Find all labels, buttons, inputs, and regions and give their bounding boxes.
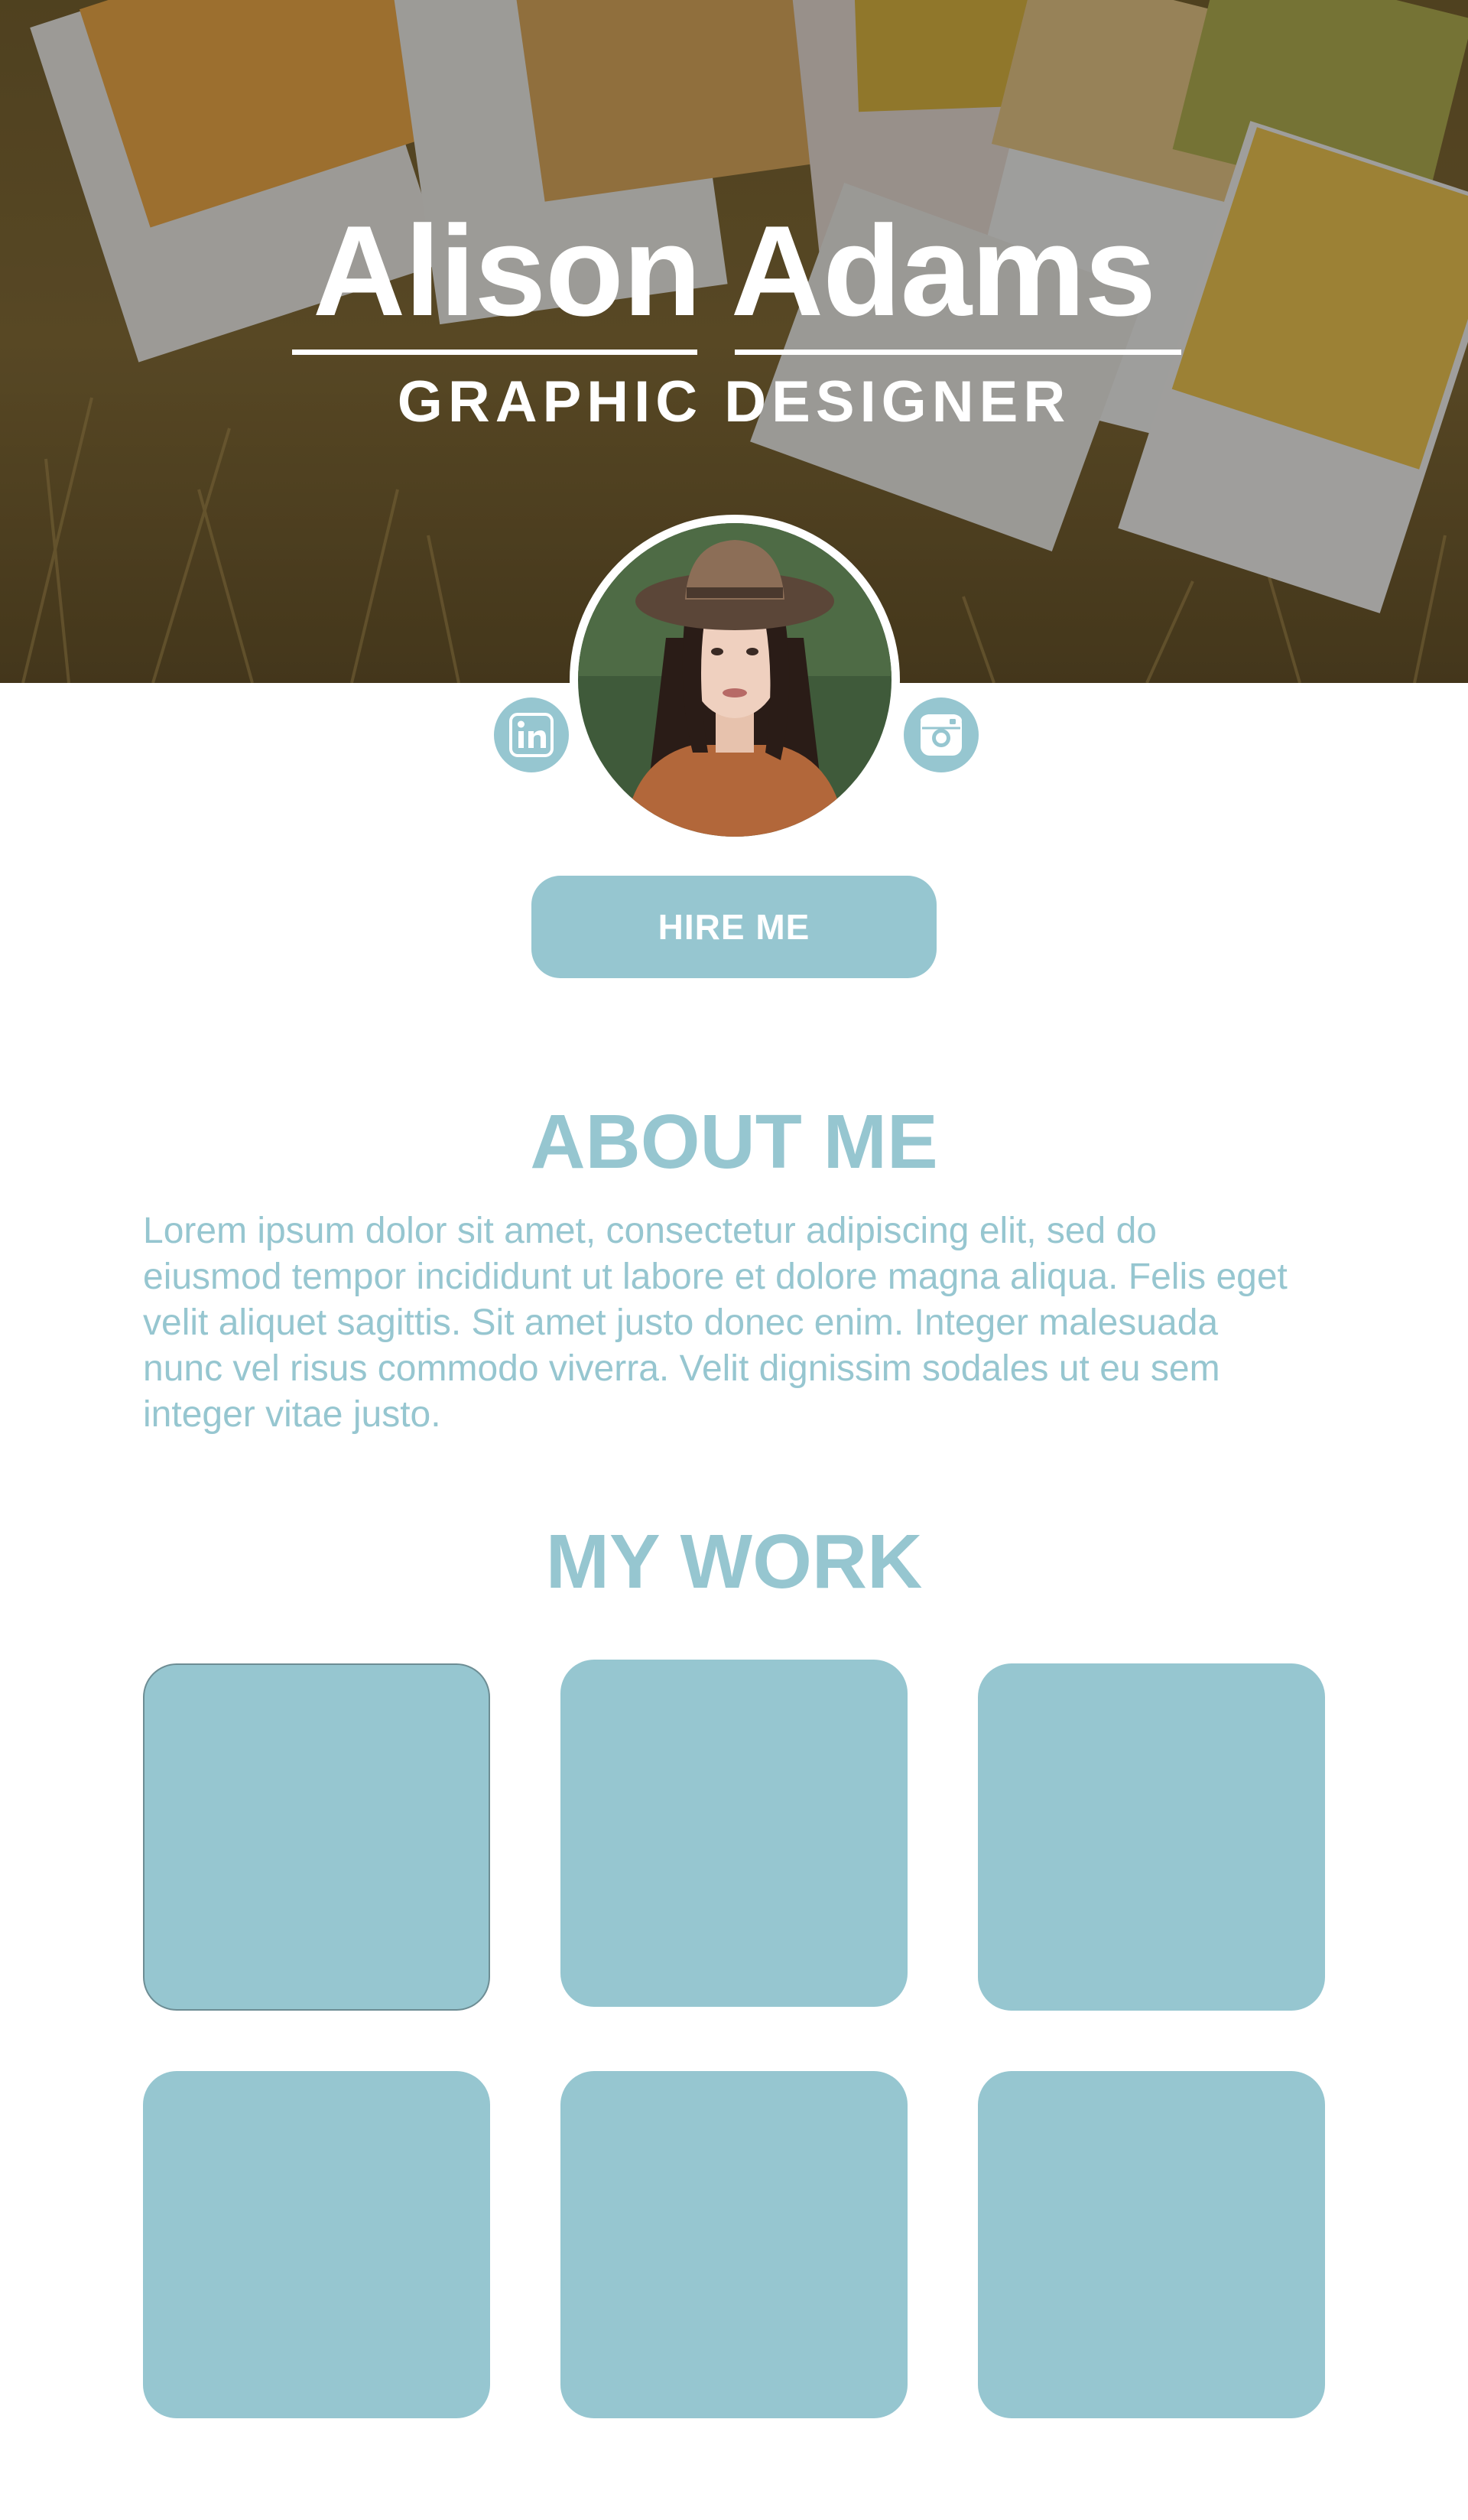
work-tile-3[interactable] (978, 1663, 1325, 2011)
work-tile-1[interactable] (143, 1663, 490, 2011)
work-tile-4[interactable] (143, 2071, 490, 2418)
title-underline-left (292, 350, 697, 355)
about-line: velit aliquet sagittis. Sit amet justo d… (143, 1302, 1219, 1343)
linkedin-link[interactable] (494, 697, 569, 772)
about-line: eiusmod tempor incididunt ut labore et d… (143, 1257, 1288, 1297)
profile-avatar (570, 515, 900, 845)
instagram-link[interactable] (904, 697, 979, 772)
portrait-photo (578, 523, 892, 837)
about-heading: ABOUT ME (530, 1099, 938, 1185)
title-underline-right (735, 350, 1181, 355)
about-text: Lorem ipsum dolor sit amet, consectetur … (143, 1208, 1336, 1438)
about-line: integer vitae justo. (143, 1394, 441, 1435)
work-heading: MY WORK (545, 1519, 923, 1605)
work-tile-5[interactable] (560, 2071, 908, 2418)
linkedin-icon (509, 713, 554, 757)
hero-name: Alison Adams (313, 199, 1156, 343)
work-tile-6[interactable] (978, 2071, 1325, 2418)
hero-role: GRAPHIC DESIGNER (397, 369, 1071, 434)
about-line: Lorem ipsum dolor sit amet, consectetur … (143, 1211, 1157, 1251)
about-line: nunc vel risus commodo viverra. Velit di… (143, 1348, 1220, 1389)
instagram-icon (921, 714, 962, 756)
hire-me-button[interactable]: HIRE ME (531, 876, 937, 978)
work-tile-2[interactable] (560, 1660, 908, 2007)
